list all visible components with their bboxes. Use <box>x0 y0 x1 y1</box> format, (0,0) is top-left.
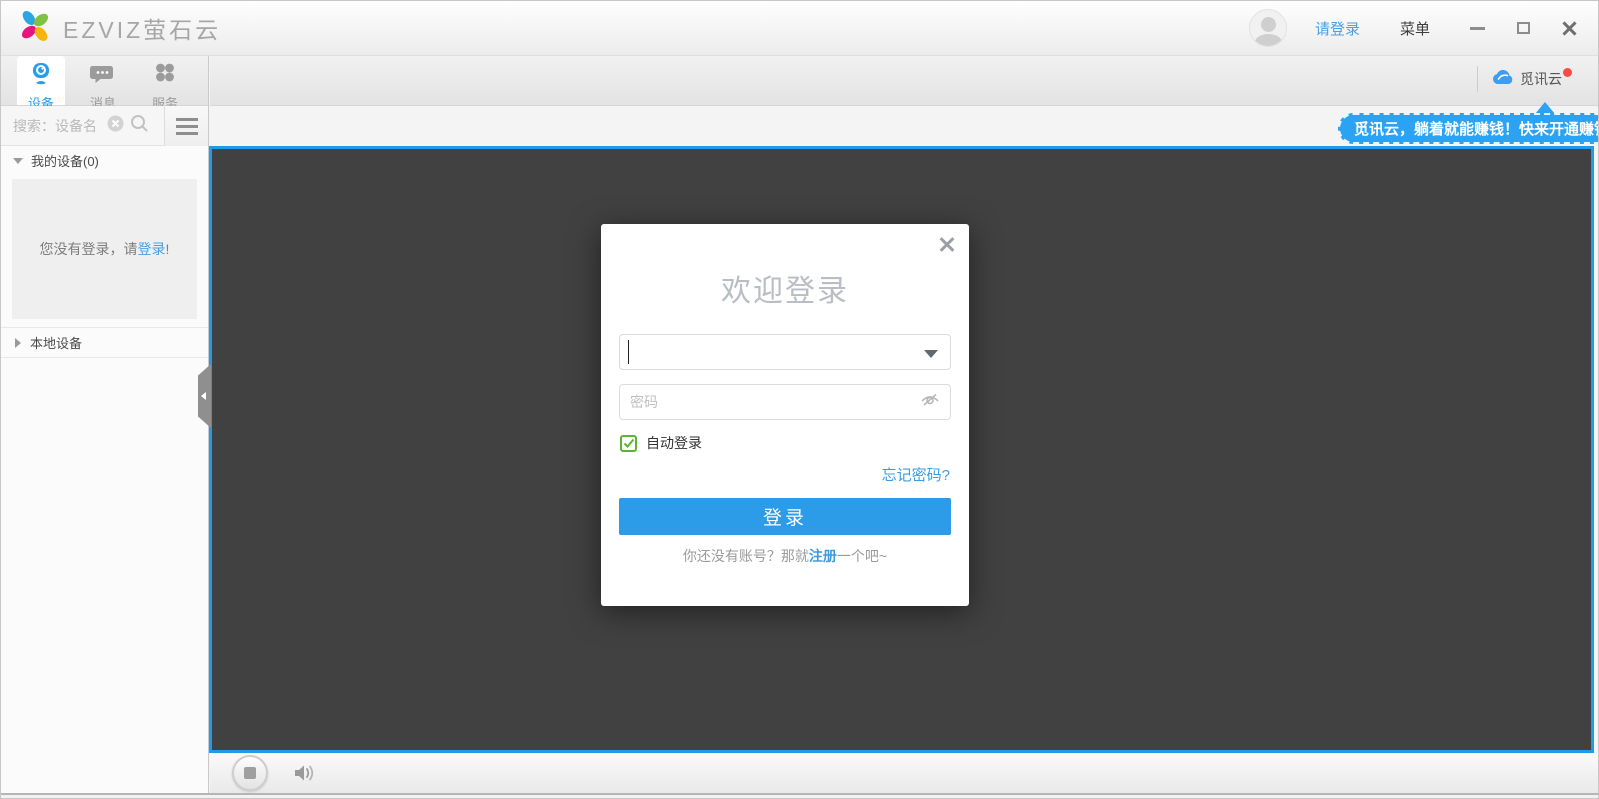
cloud-icon <box>1492 69 1514 90</box>
search-icon[interactable] <box>130 114 149 138</box>
caret-right-icon <box>15 338 21 348</box>
close-button[interactable] <box>1554 13 1584 43</box>
not-logged-suffix: ! <box>166 241 170 257</box>
password-input[interactable] <box>620 394 920 410</box>
forgot-password-link[interactable]: 忘记密码? <box>882 464 950 485</box>
menu-button[interactable]: 菜单 <box>1400 18 1430 39</box>
titlebar-login-link[interactable]: 请登录 <box>1315 18 1360 39</box>
dialog-close-icon[interactable] <box>939 236 955 252</box>
avatar-head-shape <box>1261 17 1276 32</box>
clear-icon[interactable] <box>107 115 124 137</box>
register-link[interactable]: 注册 <box>809 548 837 564</box>
minimize-icon <box>1470 27 1485 30</box>
cloud-service-label: 觅讯云 <box>1520 69 1562 89</box>
device-list-panel: 您没有登录，请登录! <box>12 179 197 319</box>
hamburger-icon <box>176 118 198 121</box>
toolbar-strip: 觅讯云 <box>210 56 1599 106</box>
minimize-button[interactable] <box>1462 13 1492 43</box>
tab-services[interactable]: 服务 <box>141 56 189 105</box>
login-dialog: 欢迎登录 <box>601 224 969 606</box>
avatar-body-shape <box>1255 34 1282 47</box>
notification-dot <box>1563 68 1572 77</box>
my-devices-header[interactable]: 我的设备(0) <box>1 146 208 175</box>
list-menu-button[interactable] <box>164 106 208 146</box>
divider <box>1477 66 1478 92</box>
app-title: EZVIZ萤石云 <box>63 11 221 45</box>
tab-bar: 设备 消息 <box>1 56 208 106</box>
tab-devices[interactable]: 设备 <box>17 56 65 105</box>
grid-icon <box>152 61 178 92</box>
volume-button[interactable] <box>292 762 316 784</box>
auto-login-checkbox[interactable] <box>620 435 637 452</box>
ezviz-app-window: EZVIZ萤石云 请登录 菜单 觅讯云 <box>0 0 1599 799</box>
sidebar: 设备 消息 <box>1 56 209 793</box>
register-prefix: 你还没有账号？那就 <box>683 548 809 564</box>
arrow-left-icon <box>201 392 206 400</box>
auto-login-label: 自动登录 <box>646 433 702 453</box>
username-field[interactable] <box>619 334 951 370</box>
search-bar <box>1 106 208 146</box>
dropdown-icon[interactable] <box>924 350 938 358</box>
text-cursor <box>628 340 629 364</box>
cloud-service-entry[interactable]: 觅讯云 <box>1477 66 1572 92</box>
eye-off-icon[interactable] <box>920 392 940 413</box>
maximize-icon <box>1517 22 1530 34</box>
my-devices-label: 我的设备(0) <box>31 151 99 170</box>
ezviz-logo-icon <box>17 8 53 49</box>
close-icon <box>1562 21 1577 36</box>
promo-bubble-text: 觅讯云，躺着就能赚钱！快来开通赚钱! <box>1354 118 1599 139</box>
local-devices-header[interactable]: 本地设备 <box>1 327 208 358</box>
stop-button[interactable] <box>232 755 268 791</box>
video-display-area: 欢迎登录 <box>209 146 1594 753</box>
playback-control-bar <box>210 753 1599 793</box>
login-button[interactable]: 登录 <box>619 498 951 535</box>
logo: EZVIZ萤石云 <box>17 8 221 49</box>
tab-messages[interactable]: 消息 <box>79 56 127 105</box>
chat-icon <box>90 61 116 92</box>
window-bottom-edge <box>1 793 1599 799</box>
register-suffix: 一个吧~ <box>837 548 887 564</box>
auto-login-row[interactable]: 自动登录 <box>620 433 702 453</box>
avatar[interactable] <box>1249 9 1287 47</box>
stop-icon <box>244 767 256 779</box>
register-line: 你还没有账号？那就注册一个吧~ <box>601 546 969 566</box>
titlebar: EZVIZ萤石云 请登录 菜单 <box>1 1 1599 56</box>
maximize-button[interactable] <box>1508 13 1538 43</box>
panel-login-link[interactable]: 登录 <box>138 241 166 257</box>
promo-bubble[interactable]: 觅讯云，躺着就能赚钱！快来开通赚钱! <box>1338 113 1599 144</box>
local-devices-label: 本地设备 <box>30 333 82 352</box>
password-field <box>619 384 951 420</box>
camera-icon <box>28 61 54 92</box>
volume-icon <box>292 762 316 784</box>
search-input[interactable] <box>1 118 107 134</box>
not-logged-in-message: 您没有登录，请登录! <box>40 239 170 259</box>
dialog-title: 欢迎登录 <box>601 266 969 310</box>
caret-down-icon <box>13 158 23 164</box>
not-logged-prefix: 您没有登录，请 <box>40 241 138 257</box>
